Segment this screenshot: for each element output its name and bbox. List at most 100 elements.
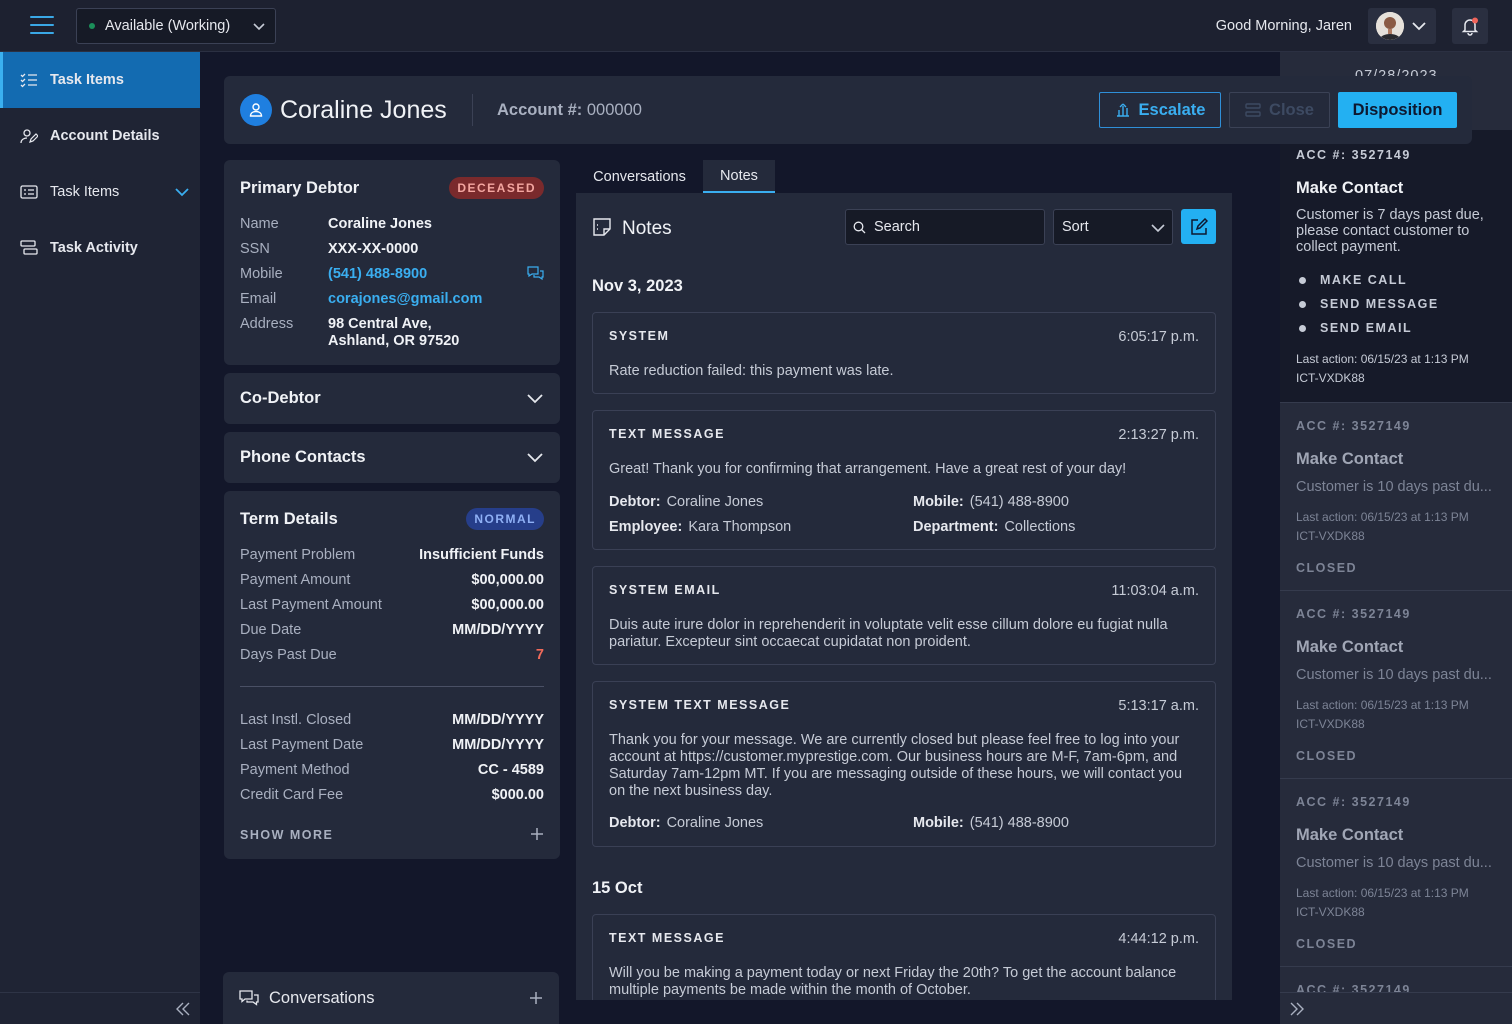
task-panel-collapse-button[interactable] bbox=[1280, 992, 1512, 1024]
co-debtor-card[interactable]: Co-Debtor bbox=[224, 373, 560, 424]
meta-label: Debtor: bbox=[609, 494, 661, 510]
tab-conversations[interactable]: Conversations bbox=[576, 160, 703, 193]
person-icon bbox=[240, 94, 272, 126]
note-time: 5:13:17 a.m. bbox=[1118, 698, 1199, 714]
send-message-action[interactable]: SEND MESSAGE bbox=[1299, 297, 1439, 311]
field-value: $00,000.00 bbox=[471, 597, 544, 613]
field-value: $00,000.00 bbox=[471, 572, 544, 588]
note-item[interactable]: TEXT MESSAGE 2:13:27 p.m. Great! Thank y… bbox=[592, 410, 1216, 550]
last-action: Last action: 06/15/23 at 1:13 PM bbox=[1296, 510, 1469, 524]
close-button[interactable]: Close bbox=[1229, 92, 1330, 128]
task-code: ICT-VXDK88 bbox=[1296, 529, 1365, 543]
divider bbox=[240, 686, 544, 687]
task-card[interactable]: ACC #: 3527149 Make Contact Customer is … bbox=[1280, 590, 1512, 778]
add-note-button[interactable] bbox=[1181, 209, 1216, 244]
field-label: Payment Amount bbox=[240, 572, 351, 588]
note-item[interactable]: SYSTEM 6:05:17 p.m. Rate reduction faile… bbox=[592, 312, 1216, 394]
account-header: Coraline Jones Account #: 000000 Escalat… bbox=[224, 76, 1472, 144]
task-description: Customer is 10 days past du... bbox=[1296, 855, 1492, 871]
field-value: MM/DD/YYYY bbox=[452, 622, 544, 638]
task-description: Customer is 10 days past du... bbox=[1296, 479, 1492, 495]
plus-icon[interactable] bbox=[530, 827, 544, 841]
notes-title: Notes bbox=[622, 218, 672, 239]
last-action: Last action: 06/15/23 at 1:13 PM bbox=[1296, 352, 1469, 366]
conversations-card[interactable]: Conversations bbox=[223, 972, 559, 1024]
note-item[interactable]: SYSTEM EMAIL 11:03:04 a.m. Duis aute iru… bbox=[592, 566, 1216, 665]
escalate-button[interactable]: Escalate bbox=[1099, 92, 1221, 128]
chat-icon bbox=[239, 990, 259, 1006]
meta-value: Coraline Jones bbox=[666, 494, 764, 510]
task-card[interactable]: ACC #: 3527149 Make Contact Customer is … bbox=[1280, 402, 1512, 590]
send-email-action[interactable]: SEND EMAIL bbox=[1299, 321, 1412, 335]
make-call-action[interactable]: MAKE CALL bbox=[1299, 273, 1407, 287]
email-link[interactable]: corajones@gmail.com bbox=[328, 291, 482, 307]
bullet-icon bbox=[1299, 324, 1306, 332]
task-meta: Last action: 06/15/23 at 1:13 PM ICT-VXD… bbox=[1296, 350, 1469, 388]
task-description: Customer is 7 days past due, please cont… bbox=[1296, 207, 1484, 255]
task-card[interactable]: ACC #: 3527149 Make Contact Customer is … bbox=[1280, 778, 1512, 966]
disposition-button[interactable]: Disposition bbox=[1338, 92, 1457, 128]
task-card[interactable]: ACC #: 3527149 Make Contact Customer is … bbox=[1280, 130, 1512, 402]
task-account: ACC #: 3527149 bbox=[1296, 419, 1411, 433]
address-line-1: 98 Central Ave, bbox=[328, 316, 432, 332]
plus-icon[interactable] bbox=[529, 991, 543, 1005]
meta-value: Kara Thompson bbox=[688, 519, 792, 535]
note-body: Duis aute irure dolor in reprehenderit i… bbox=[609, 617, 1168, 650]
bullet-icon bbox=[1299, 300, 1306, 308]
tab-notes[interactable]: Notes bbox=[703, 160, 775, 193]
sidebar-collapse-button[interactable] bbox=[0, 992, 200, 1024]
meta-label: Debtor: bbox=[609, 815, 661, 831]
edit-icon bbox=[1190, 217, 1208, 235]
phone-contacts-card[interactable]: Phone Contacts bbox=[224, 432, 560, 483]
notifications-button[interactable] bbox=[1452, 8, 1488, 44]
task-panel: 07/28/2023 ACC #: 3527149 Make Contact C… bbox=[1280, 52, 1512, 1024]
last-action: Last action: 06/15/23 at 1:13 PM bbox=[1296, 698, 1469, 712]
task-account: ACC #: 3527149 bbox=[1296, 607, 1411, 621]
note-item[interactable]: SYSTEM TEXT MESSAGE 5:13:17 a.m. Thank y… bbox=[592, 681, 1216, 847]
availability-label: Available (Working) bbox=[105, 18, 231, 34]
double-chevron-right-icon bbox=[1290, 1002, 1304, 1016]
date-heading: Nov 3, 2023 bbox=[592, 277, 683, 295]
sidebar-item-task-items-group[interactable]: Task Items bbox=[0, 164, 200, 220]
note-item[interactable]: TEXT MESSAGE 4:44:12 p.m. Will you be ma… bbox=[592, 914, 1216, 1000]
account-number: Account #: 000000 bbox=[497, 101, 642, 120]
note-time: 6:05:17 p.m. bbox=[1118, 329, 1199, 345]
meta-value: (541) 488-8900 bbox=[969, 494, 1069, 510]
sort-select[interactable]: Sort bbox=[1053, 209, 1173, 245]
search-input[interactable]: Search bbox=[845, 209, 1045, 245]
account-value: 000000 bbox=[586, 101, 642, 119]
task-meta: Last action: 06/15/23 at 1:13 PM ICT-VXD… bbox=[1296, 508, 1469, 546]
sidebar-item-account-details[interactable]: Account Details bbox=[0, 108, 200, 164]
debtor-name: Coraline Jones bbox=[280, 96, 447, 124]
meta-label: Mobile: bbox=[913, 494, 964, 510]
note-body: Great! Thank you for confirming that arr… bbox=[609, 461, 1127, 477]
note-time: 2:13:27 p.m. bbox=[1118, 427, 1199, 443]
sidebar-item-label: Task Items bbox=[50, 184, 120, 200]
sidebar-item-task-items[interactable]: Task Items bbox=[0, 52, 200, 108]
primary-debtor-card: Primary Debtor DECEASED Name Coraline Jon… bbox=[224, 160, 560, 365]
field-label: Email bbox=[240, 291, 277, 307]
task-account: ACC #: 3527149 bbox=[1296, 795, 1411, 809]
top-bar: Available (Working) Good Morning, Jaren bbox=[0, 0, 1512, 52]
action-label: SEND MESSAGE bbox=[1320, 297, 1439, 311]
sort-label: Sort bbox=[1062, 219, 1089, 235]
menu-icon[interactable] bbox=[30, 16, 54, 36]
term-details-card: Term Details NORMAL Payment Problem Insuf… bbox=[224, 491, 560, 859]
show-more-button[interactable]: SHOW MORE bbox=[240, 828, 333, 842]
sidebar-item-task-activity[interactable]: Task Activity bbox=[0, 220, 200, 276]
field-label: Mobile bbox=[240, 266, 283, 282]
card-title: Term Details bbox=[240, 510, 338, 528]
mobile-link[interactable]: (541) 488-8900 bbox=[328, 266, 427, 282]
availability-select[interactable]: Available (Working) bbox=[76, 8, 276, 44]
double-chevron-left-icon bbox=[176, 1002, 190, 1016]
sidebar: Task Items Account Details Task Items Ta… bbox=[0, 52, 200, 1024]
field-label: Payment Method bbox=[240, 762, 350, 778]
note-meta: Mobile: (541) 488-8900 bbox=[913, 815, 1069, 831]
chat-icon[interactable] bbox=[527, 266, 544, 281]
bullet-icon bbox=[1299, 276, 1306, 284]
task-code: ICT-VXDK88 bbox=[1296, 717, 1365, 731]
user-menu-button[interactable] bbox=[1368, 8, 1436, 44]
notes-panel: Notes Search Sort Nov 3, 2023 SYSTEM 6:0… bbox=[576, 193, 1232, 1000]
chevron-down-icon bbox=[527, 394, 543, 404]
field-value: 98 Central Ave, Ashland, OR 97520 bbox=[328, 316, 459, 350]
